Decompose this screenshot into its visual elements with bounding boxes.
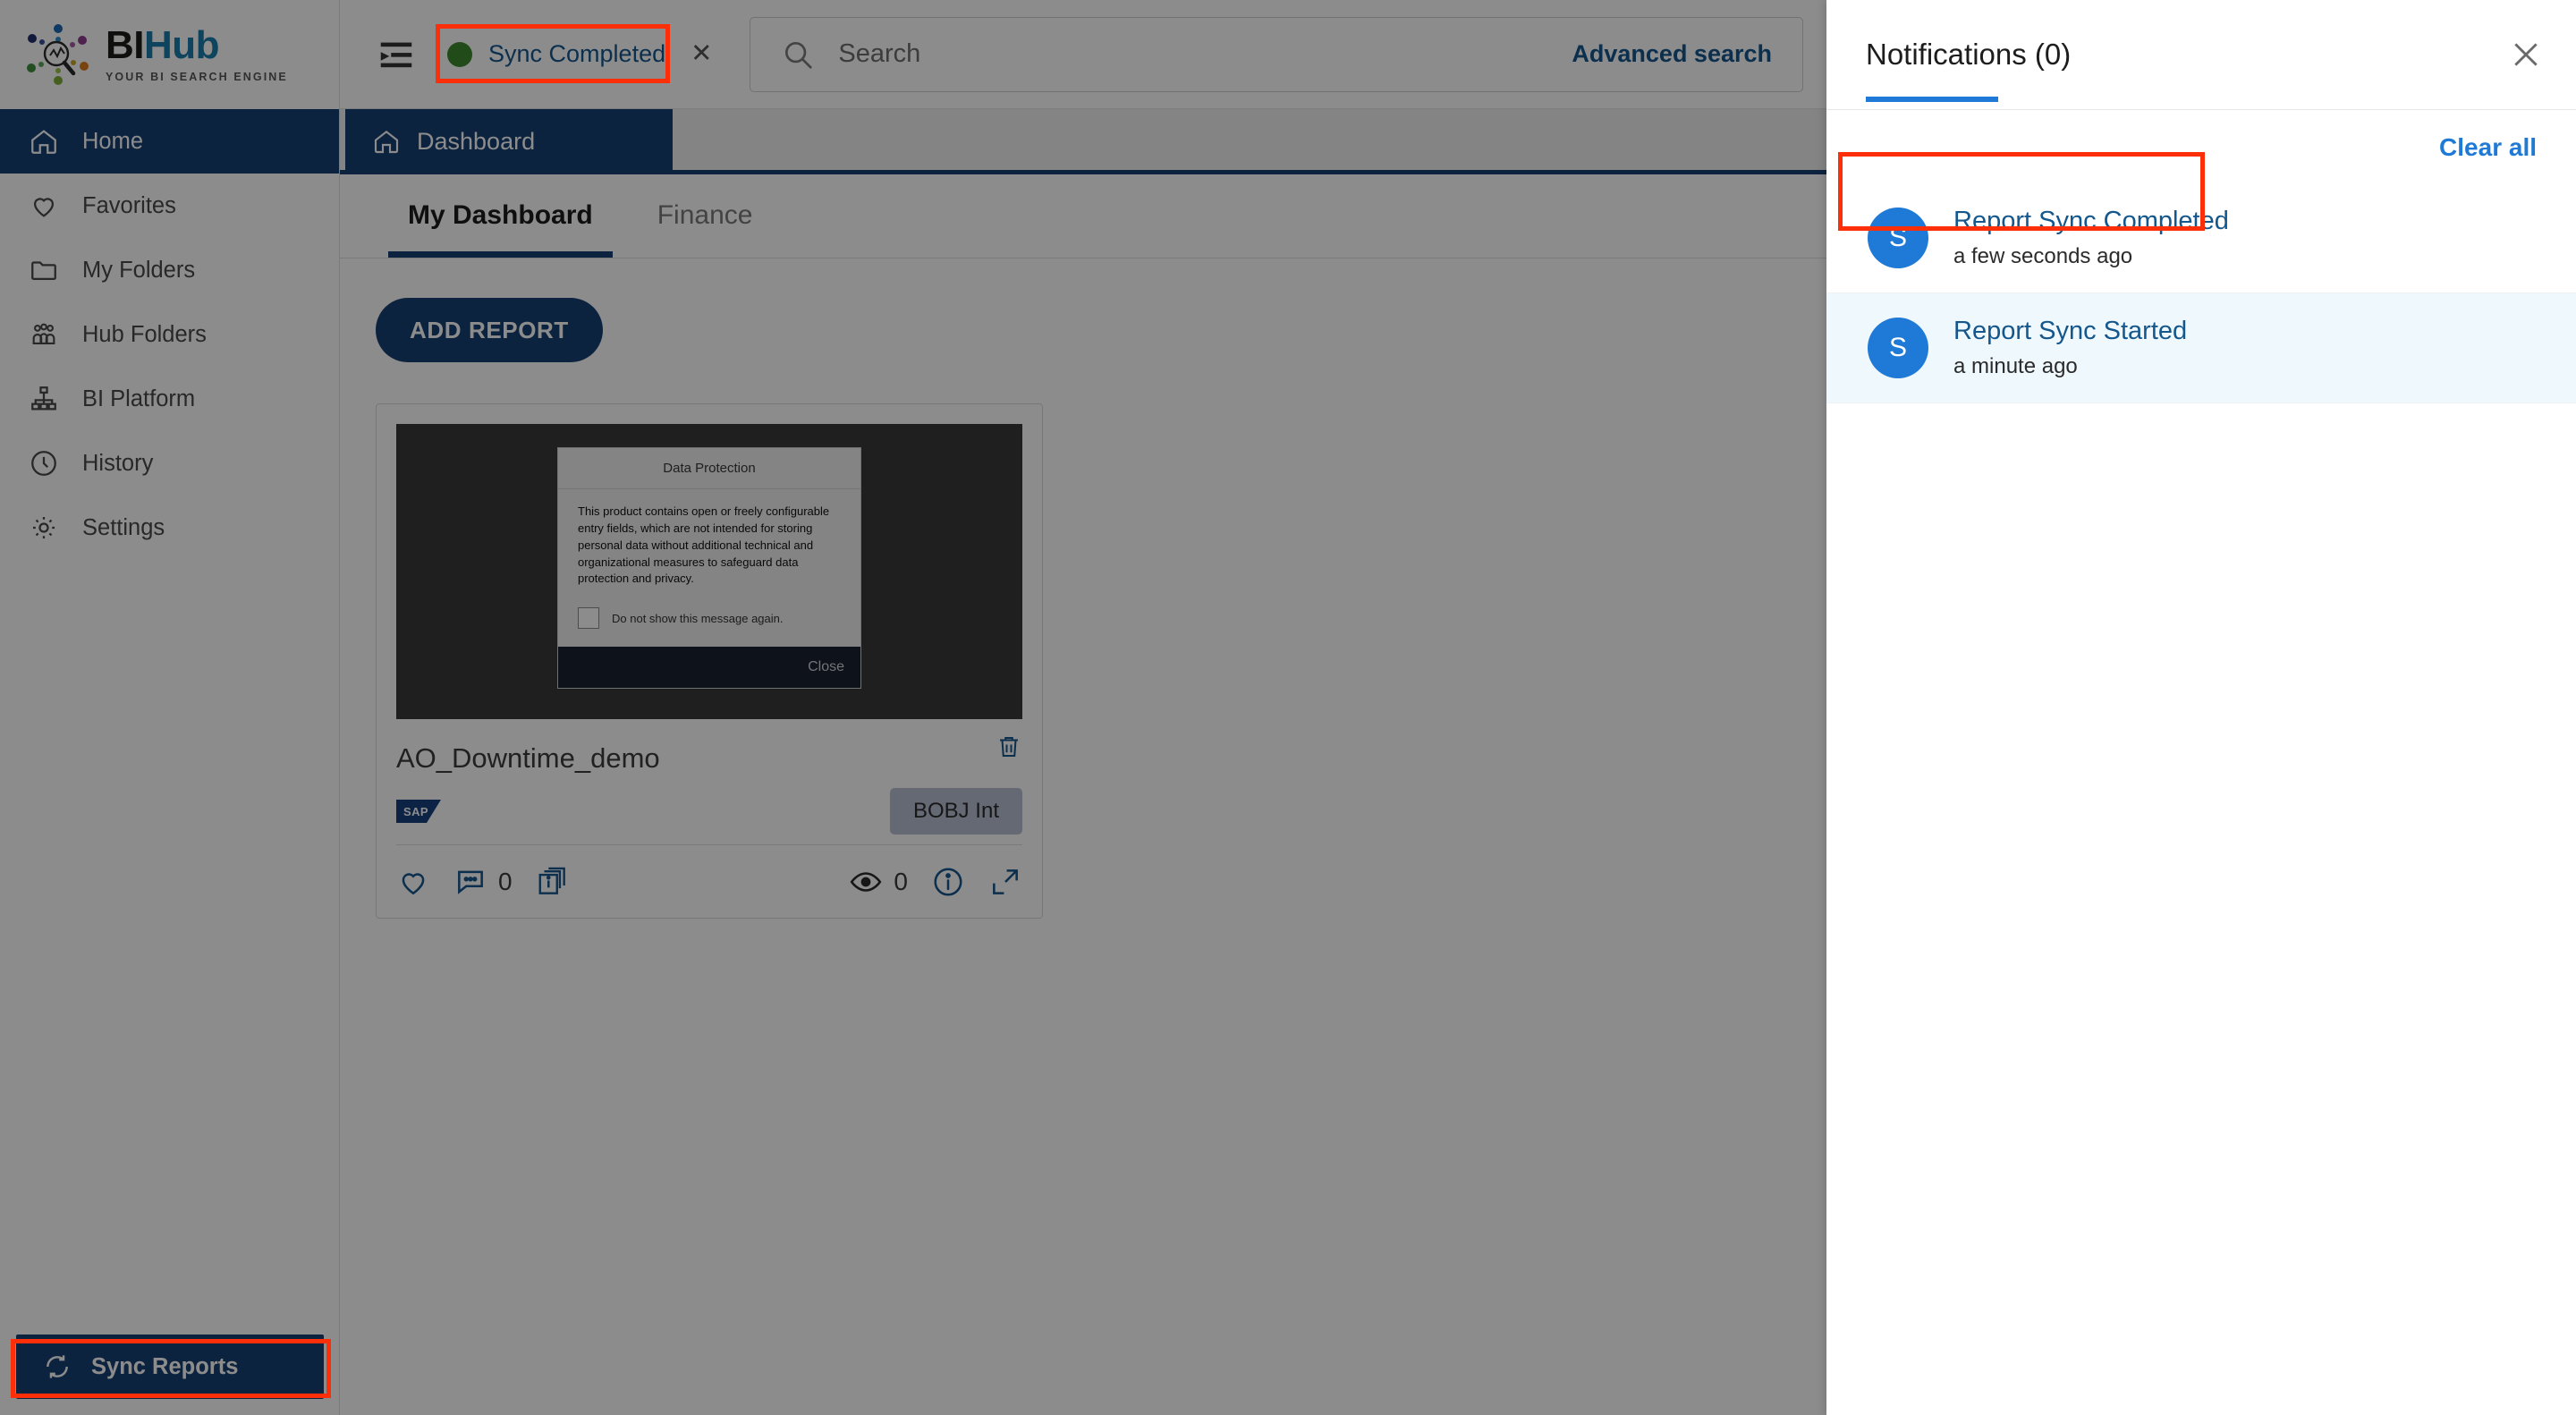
notification-title: Report Sync Started [1953,317,2188,345]
modal-backdrop[interactable] [0,0,1826,1415]
notification-item[interactable]: S Report Sync Completed a few seconds ag… [1826,183,2576,293]
notification-item[interactable]: S Report Sync Started a minute ago [1826,293,2576,403]
notifications-header: Notifications (0) [1826,0,2576,109]
notifications-panel: Notifications (0) Clear all S Report Syn… [1826,0,2576,1415]
notifications-list: S Report Sync Completed a few seconds ag… [1826,183,2576,403]
notification-time: a few seconds ago [1953,244,2133,268]
avatar: S [1868,208,1928,268]
notification-time: a minute ago [1953,354,2078,378]
notification-title: Report Sync Completed [1953,207,2229,235]
avatar: S [1868,318,1928,378]
notifications-title: Notifications (0) [1866,38,2072,71]
clear-all-button[interactable]: Clear all [1826,110,2576,162]
close-icon[interactable] [2508,37,2544,72]
screen: BIHub YOUR BI SEARCH ENGINE Home Favorit… [0,0,2576,1415]
notifications-tab-indicator [1866,97,1998,102]
